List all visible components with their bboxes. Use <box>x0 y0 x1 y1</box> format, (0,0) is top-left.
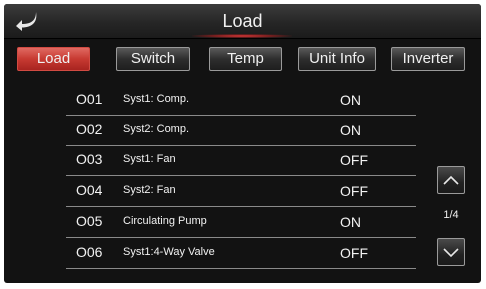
list-item: O06 Syst1:4-Way Valve OFF <box>66 238 416 269</box>
output-name: Syst1: Comp. <box>123 93 190 105</box>
chevron-up-icon <box>443 175 459 185</box>
page-indicator: 1/4 <box>443 209 459 221</box>
list-item: O02 Syst2: Comp. ON <box>66 115 416 146</box>
output-name: Syst1:4-Way Valve <box>123 246 215 258</box>
output-code: O04 <box>76 182 103 198</box>
screen: Load Load Switch Temp Unit Info Inverter… <box>4 4 481 283</box>
tab-switch[interactable]: Switch <box>116 47 190 71</box>
tab-unit-info[interactable]: Unit Info <box>298 47 376 71</box>
output-state: ON <box>340 92 361 108</box>
output-code: O05 <box>76 213 103 229</box>
title-accent <box>192 34 292 38</box>
page-title: Load <box>222 11 263 31</box>
output-state: OFF <box>340 183 368 199</box>
output-code: O02 <box>76 121 103 137</box>
tab-bar: Load Switch Temp Unit Info Inverter <box>4 44 481 74</box>
output-code: O01 <box>76 91 103 107</box>
output-state: OFF <box>340 245 368 261</box>
tab-load[interactable]: Load <box>17 47 90 71</box>
tab-inverter[interactable]: Inverter <box>391 47 465 71</box>
output-name: Syst1: Fan <box>123 153 176 165</box>
output-name: Circulating Pump <box>123 215 207 227</box>
page-up-button[interactable] <box>437 166 465 194</box>
tab-temp[interactable]: Temp <box>209 47 282 71</box>
list-item: O03 Syst1: Fan OFF <box>66 145 416 176</box>
output-state: OFF <box>340 152 368 168</box>
output-name: Syst2: Comp. <box>123 123 190 135</box>
output-code: O06 <box>76 244 103 260</box>
output-state: ON <box>340 122 361 138</box>
chevron-down-icon <box>443 248 459 258</box>
list-item: O01 Syst1: Comp. ON <box>66 85 416 116</box>
output-name: Syst2: Fan <box>123 184 176 196</box>
output-state: ON <box>340 214 361 230</box>
title-bar: Load <box>4 4 481 39</box>
list-item: O04 Syst2: Fan OFF <box>66 176 416 207</box>
list-item: O05 Circulating Pump ON <box>66 207 416 238</box>
output-code: O03 <box>76 151 103 167</box>
page-down-button[interactable] <box>437 238 465 266</box>
